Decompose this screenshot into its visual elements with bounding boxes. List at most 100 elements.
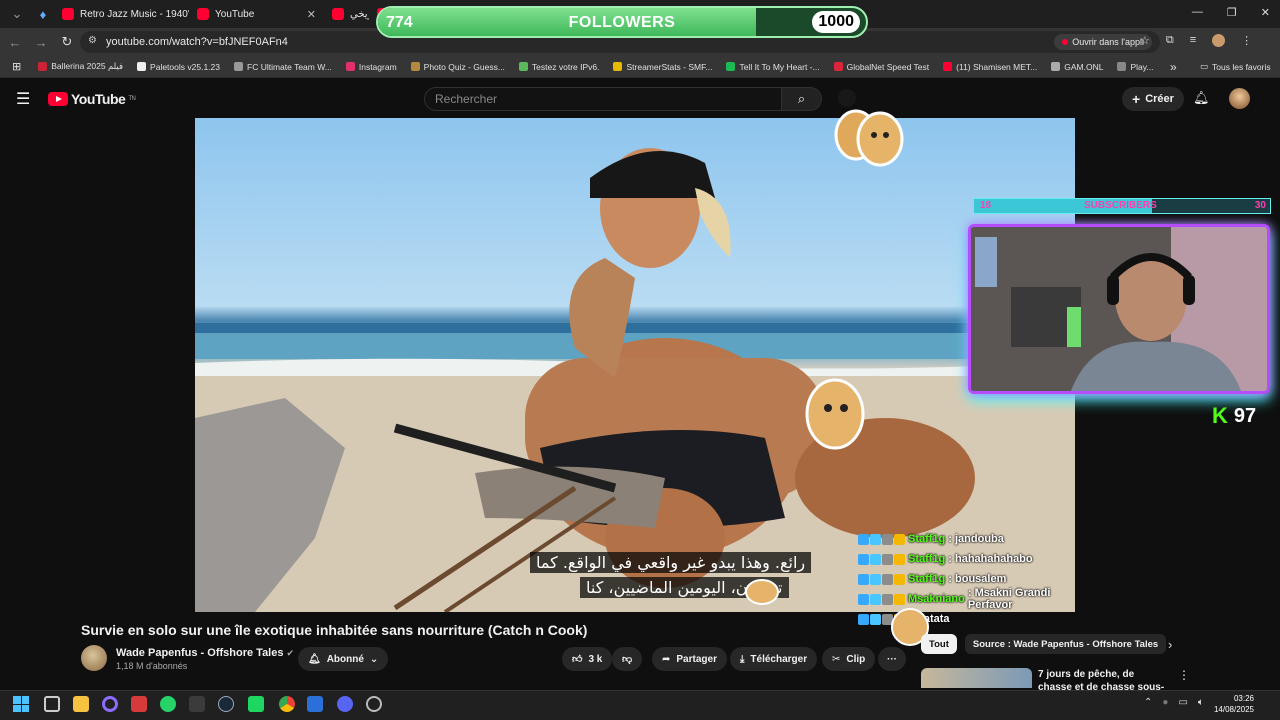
apps-grid-icon[interactable]: ⊞ xyxy=(0,60,31,73)
close-window-icon[interactable]: ✕ xyxy=(1261,6,1270,19)
recommended-more-icon[interactable]: ⋮ xyxy=(1178,668,1190,682)
chat-badge-icon xyxy=(894,553,905,565)
tab-close-icon[interactable]: ✕ xyxy=(307,8,316,21)
folder-icon: ▭ xyxy=(1200,61,1209,71)
kick-logo-icon: K xyxy=(1212,403,1228,428)
hamburger-menu-icon[interactable]: ☰ xyxy=(16,89,30,109)
url-text: youtube.com/watch?v=bfJNEF0AFn4 xyxy=(106,36,288,48)
kick-viewer-count: K 97 xyxy=(1212,403,1256,429)
notifications-bell-icon[interactable]: 🔔︎ xyxy=(1193,90,1210,106)
tab-search-icon[interactable]: ⌄ xyxy=(6,3,28,25)
volume-icon[interactable]: 🔈︎ xyxy=(1198,697,1204,708)
clip-button[interactable]: ✂ Clip xyxy=(822,647,876,671)
bookmark-item[interactable]: GAM.ONL xyxy=(1044,61,1110,72)
chips-next-icon[interactable]: › xyxy=(1168,637,1172,652)
app-icon[interactable] xyxy=(248,696,264,712)
search-button[interactable]: ⌕ xyxy=(782,87,822,111)
open-in-app-label: Ouvrir dans l'appli xyxy=(1072,37,1144,47)
tab-label: Retro Jazz Music - 1940's xyxy=(80,8,189,20)
bookmark-item[interactable]: GlobalNet Speed Test xyxy=(827,61,937,72)
subscribed-button[interactable]: 🔔︎ Abonné ⌄ xyxy=(298,647,389,671)
subscribers-goal-bar: 18 SUBSCRIBERS 30 xyxy=(973,198,1271,214)
bookmarks-more-button[interactable]: » xyxy=(1170,60,1177,74)
browser-tab[interactable]: Retro Jazz Music - 1940's✕ xyxy=(54,0,189,28)
chat-badge-icon xyxy=(858,573,869,585)
channel-avatar[interactable] xyxy=(81,645,107,671)
restore-icon[interactable]: ❐ xyxy=(1227,6,1237,19)
thumbs-down-icon: 👎︎ xyxy=(622,654,633,665)
bookmark-label: FC Ultimate Team W... xyxy=(247,61,332,72)
tray-chevron-icon[interactable]: ⌃ xyxy=(1144,697,1152,708)
extension-icon[interactable]: ♦ xyxy=(32,3,54,25)
bookmark-item[interactable]: Photo Quiz - Guess... xyxy=(404,61,512,72)
bookmark-item[interactable]: Instagram xyxy=(339,61,404,72)
bookmark-item[interactable]: Play... xyxy=(1110,61,1160,72)
chat-badge-icon xyxy=(858,553,869,565)
system-clock[interactable]: 03:26 14/08/2025 xyxy=(1214,693,1254,715)
site-info-icon[interactable]: ⚙ xyxy=(88,35,97,46)
bookmark-label: Photo Quiz - Guess... xyxy=(423,61,505,72)
reload-icon[interactable]: ↻ xyxy=(56,31,78,53)
chip-all[interactable]: Tout xyxy=(921,634,957,654)
bookmark-item[interactable]: Tell It To My Heart -... xyxy=(719,61,826,72)
like-button[interactable]: 👍︎ 3 k xyxy=(562,647,613,671)
chrome-icon[interactable] xyxy=(279,696,295,712)
bookmark-item[interactable]: Testez votre IPv6. xyxy=(512,61,607,72)
media-control-icon[interactable]: ≡ xyxy=(1190,34,1196,47)
potato-mascot-sticker xyxy=(805,378,865,450)
start-icon[interactable] xyxy=(13,696,29,712)
bookmark-item[interactable]: StreamerStats - SMF... xyxy=(606,61,719,72)
whatsapp-icon[interactable] xyxy=(160,696,176,712)
bookmarks-bar: ⊞ Ballerina 2025 فيلم Paletools v25.1.23 F… xyxy=(0,56,1280,78)
app-icon[interactable] xyxy=(189,696,205,712)
app-icon[interactable] xyxy=(102,696,118,712)
create-button[interactable]: + Créer xyxy=(1122,87,1184,111)
chip-source[interactable]: Source : Wade Papenfus - Offshore Tales xyxy=(964,634,1167,654)
browser-tab[interactable]: YouTube ✕ xyxy=(189,0,324,28)
search-input[interactable]: Rechercher xyxy=(424,87,782,111)
share-button[interactable]: ➦ Partager xyxy=(652,647,727,671)
browser-menu-icon[interactable]: ⋮ xyxy=(1241,34,1252,47)
profile-avatar[interactable] xyxy=(1212,34,1226,47)
channel-name[interactable]: Wade Papenfus - Offshore Tales ✔ xyxy=(116,647,294,659)
bookmark-item[interactable]: (11) Shamisen MET... xyxy=(936,61,1044,72)
bookmark-item[interactable]: FC Ultimate Team W... xyxy=(227,61,339,72)
bookmark-label: (11) Shamisen MET... xyxy=(956,61,1038,72)
potato-mascot-sticker xyxy=(834,109,904,167)
recommended-video-thumbnail[interactable] xyxy=(921,668,1032,688)
subscribed-label: Abonné xyxy=(326,653,364,665)
discord-icon[interactable] xyxy=(337,696,353,712)
app-icon[interactable] xyxy=(307,696,323,712)
file-explorer-icon[interactable] xyxy=(73,696,89,712)
extensions-icon[interactable]: ⧉ xyxy=(1166,34,1174,47)
microphone-icon[interactable]: ● xyxy=(1162,697,1168,708)
subscribers-label: SUBSCRIBERS xyxy=(1084,200,1157,211)
app-icon[interactable] xyxy=(366,696,382,712)
clock-date: 14/08/2025 xyxy=(1213,705,1254,714)
open-in-app-button[interactable]: Ouvrir dans l'appli xyxy=(1054,34,1152,50)
youtube-logo[interactable]: YouTube TN xyxy=(48,91,136,107)
chat-badge-icon xyxy=(882,533,893,545)
download-button[interactable]: ⤓ Télécharger xyxy=(730,647,818,671)
logo-text: YouTube xyxy=(71,91,126,107)
steam-icon[interactable] xyxy=(218,696,234,712)
forward-icon[interactable]: → xyxy=(30,31,52,53)
all-bookmarks-folder[interactable]: ▭ Tous les favoris xyxy=(1200,61,1271,72)
task-view-icon[interactable] xyxy=(44,696,60,712)
minimize-icon[interactable]: — xyxy=(1192,6,1203,19)
network-icon[interactable]: ▭ xyxy=(1178,697,1187,708)
bookmark-star-icon[interactable]: ☆ xyxy=(1140,34,1150,47)
bookmark-item[interactable]: Paletools v25.1.23 xyxy=(130,61,227,72)
recommended-video-title[interactable]: 7 jours de pêche, de chasse et de chasse… xyxy=(1038,668,1168,690)
back-icon[interactable]: ← xyxy=(4,31,26,53)
account-avatar[interactable] xyxy=(1229,88,1250,109)
tab-label: YouTube xyxy=(215,8,255,20)
bookmark-item[interactable]: Ballerina 2025 فيلم xyxy=(31,61,130,72)
youtube-header: ☰ YouTube TN Rechercher ⌕ + Créer 🔔︎ xyxy=(0,79,1280,119)
more-actions-button[interactable]: ··· xyxy=(878,647,906,671)
bookmark-label: Tell It To My Heart -... xyxy=(739,61,820,72)
app-icon[interactable] xyxy=(131,696,147,712)
browser-tab[interactable]: القرار التاريخي✕ xyxy=(324,0,369,28)
chat-text: : Msakni Grandi Perfavor xyxy=(967,587,1051,611)
dislike-button[interactable]: 👎︎ xyxy=(612,647,643,671)
